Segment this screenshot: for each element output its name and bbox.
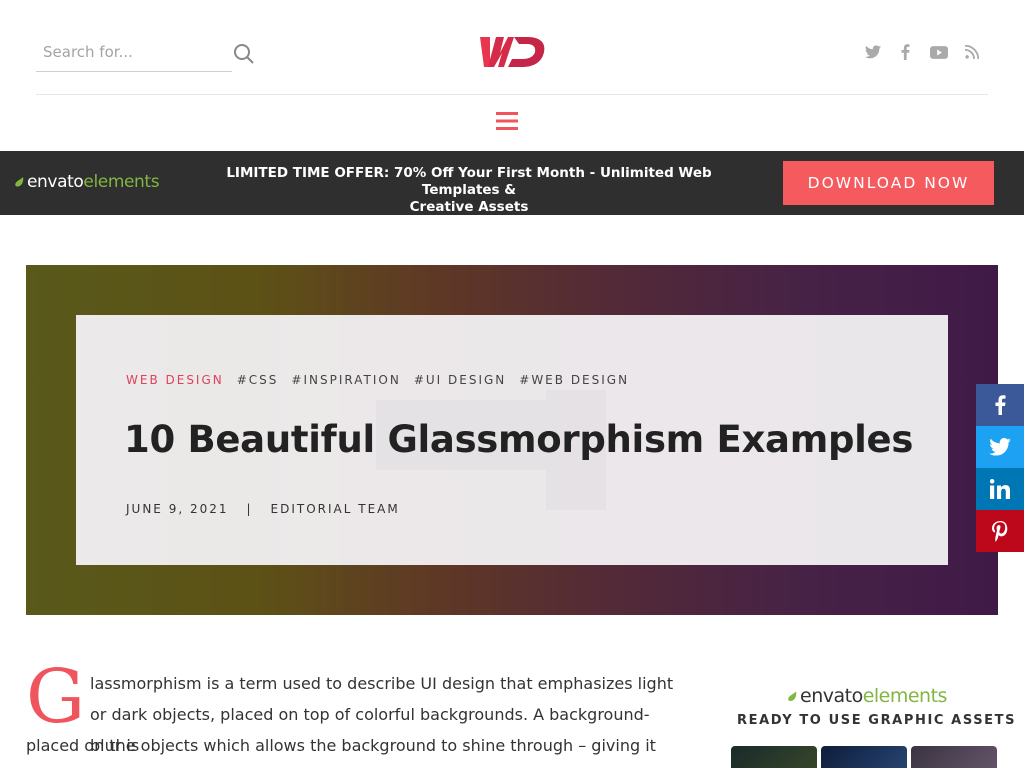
facebook-icon[interactable] [889,42,922,62]
search-box [36,34,232,72]
envato-elements-logo[interactable]: envato elements [15,172,160,192]
envato-word: envato [800,685,863,707]
promo-text-line1: LIMITED TIME OFFER: 70% Off Your First M… [226,165,712,198]
hero-card: WEB DESIGN #CSS #INSPIRATION #UI DESIGN … [76,315,948,565]
linkedin-icon [990,479,1010,499]
article-paragraph-continued: placed on the objects which allows the b… [26,736,656,768]
download-now-button[interactable]: DOWNLOAD NOW [783,161,994,205]
ad-thumbnail[interactable] [821,746,907,768]
youtube-icon[interactable] [922,42,955,62]
site-logo[interactable] [478,33,548,71]
leaf-icon [15,177,24,187]
meta-separator: | [246,502,253,516]
promo-text[interactable]: LIMITED TIME OFFER: 70% Off Your First M… [190,165,748,216]
share-twitter-button[interactable] [976,426,1024,468]
post-author[interactable]: EDITORIAL TEAM [271,502,400,516]
share-facebook-button[interactable] [976,384,1024,426]
leaf-icon [788,691,797,701]
dropcap-letter: G [26,654,86,740]
sidebar-envato-logo[interactable]: envato elements [788,685,947,707]
category-link[interactable]: WEB DESIGN [126,373,224,387]
share-bar [976,384,1024,552]
ad-thumbnail[interactable] [911,746,997,768]
sidebar-ad-thumbnails [731,746,997,768]
facebook-icon [995,395,1005,415]
promo-text-line2: Creative Assets [409,199,529,215]
tag-link[interactable]: #INSPIRATION [291,373,400,387]
menu-icon[interactable] [496,110,518,132]
post-date: JUNE 9, 2021 [126,502,229,516]
tag-list: WEB DESIGN #CSS #INSPIRATION #UI DESIGN … [126,373,642,387]
share-pinterest-button[interactable] [976,510,1024,552]
post-meta: JUNE 9, 2021 | EDITORIAL TEAM [126,502,400,516]
sidebar-ad-caption: READY TO USE GRAPHIC ASSETS [737,713,1017,728]
elements-word: elements [862,685,948,707]
tag-link[interactable]: #WEB DESIGN [519,373,629,387]
search-input[interactable] [36,34,232,70]
site-header [36,0,988,95]
tag-link[interactable]: #UI DESIGN [414,373,506,387]
tag-link[interactable]: #CSS [237,373,279,387]
pinterest-icon [992,520,1008,542]
twitter-icon[interactable] [856,42,889,62]
share-linkedin-button[interactable] [976,468,1024,510]
social-links [856,42,988,62]
envato-word: envato [27,172,84,192]
search-icon[interactable] [232,42,256,66]
rss-icon[interactable] [955,42,988,62]
twitter-icon [989,438,1011,456]
page-title: 10 Beautiful Glassmorphism Examples [124,418,914,461]
ad-thumbnail[interactable] [731,746,817,768]
elements-word: elements [83,172,160,192]
hero-banner: WEB DESIGN #CSS #INSPIRATION #UI DESIGN … [26,265,998,615]
